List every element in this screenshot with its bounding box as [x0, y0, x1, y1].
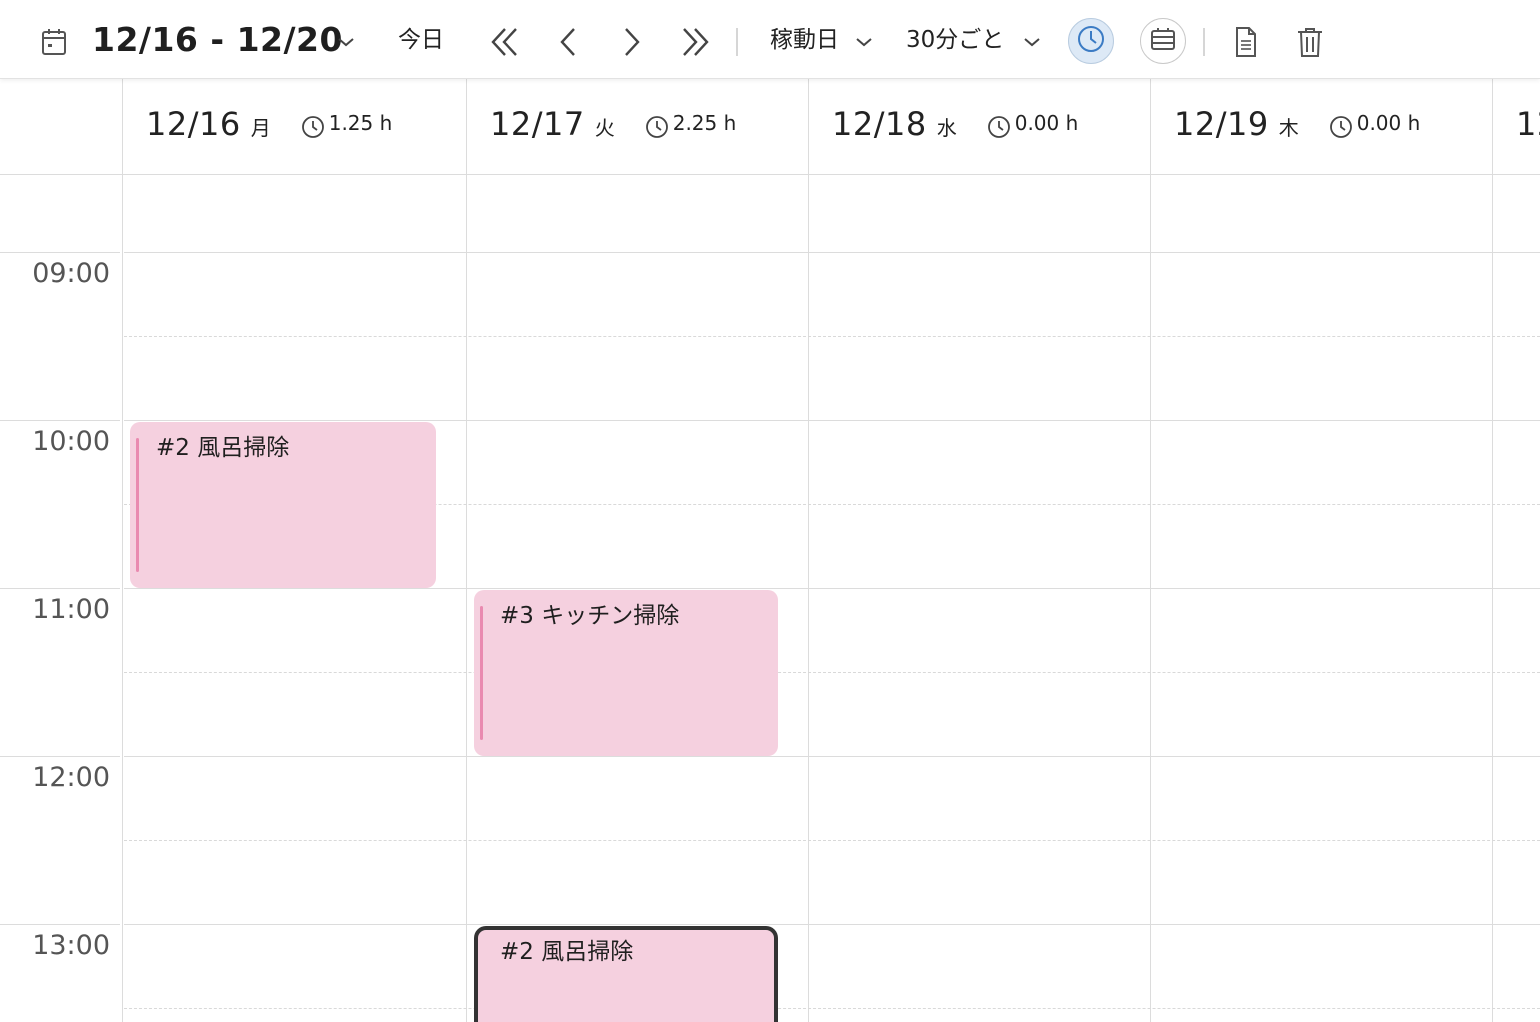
- event-block[interactable]: #3 キッチン掃除: [474, 590, 778, 756]
- time-view-toggle[interactable]: [1068, 18, 1114, 64]
- document-icon[interactable]: [1228, 22, 1264, 62]
- toolbar-divider: [736, 28, 738, 56]
- day-hours: 0.00 h: [1329, 111, 1421, 138]
- double-left-icon[interactable]: [484, 22, 524, 62]
- time-label: 13:00: [32, 930, 110, 961]
- day-hours-value: 2.25 h: [672, 111, 737, 135]
- day-header-1218[interactable]: 12/18 水 0.00 h: [832, 105, 1078, 155]
- chevron-down-icon[interactable]: [852, 30, 876, 54]
- event-title: #2 風呂掃除: [500, 939, 634, 965]
- day-hours: 0.00 h: [987, 111, 1079, 138]
- time-label: 10:00: [32, 426, 110, 457]
- day-date: 12/18: [832, 105, 927, 143]
- today-button[interactable]: 今日: [398, 20, 444, 60]
- day-header-1216[interactable]: 12/16 月 1.25 h: [146, 105, 392, 155]
- day-date: 12/16: [146, 105, 241, 143]
- toolbar-divider: [1203, 28, 1205, 56]
- event-color-bar: [136, 438, 139, 572]
- clock-icon: [1076, 24, 1106, 58]
- clock-icon: [987, 116, 1010, 138]
- clock-icon: [1329, 116, 1352, 138]
- day-date: 12/20: [1516, 105, 1540, 143]
- view-mode-select[interactable]: 稼動日: [770, 20, 839, 60]
- day-date: 12/19: [1174, 105, 1269, 143]
- day-hours: 1.25 h: [301, 111, 393, 138]
- day-weekday: 火: [594, 116, 615, 140]
- time-label: 12:00: [32, 762, 110, 793]
- calendar-icon[interactable]: [38, 26, 70, 58]
- interval-select[interactable]: 30分ごと: [906, 20, 1004, 60]
- calendar-card-icon: [1149, 25, 1177, 57]
- event-block-selected[interactable]: #2 風呂掃除: [474, 926, 778, 1022]
- event-color-bar: [480, 606, 483, 740]
- calendar-view-toggle[interactable]: [1140, 18, 1186, 64]
- day-header-1217[interactable]: 12/17 火 2.25 h: [490, 105, 736, 155]
- right-icon[interactable]: [614, 22, 650, 62]
- event-title: #3 キッチン掃除: [500, 603, 680, 629]
- time-label: 09:00: [32, 258, 110, 289]
- day-header-1220[interactable]: 12/20: [1516, 105, 1540, 155]
- clock-icon: [645, 116, 668, 138]
- day-hours: 2.25 h: [645, 111, 737, 138]
- left-icon[interactable]: [550, 22, 586, 62]
- chevron-down-icon[interactable]: [334, 30, 358, 54]
- trash-icon[interactable]: [1292, 22, 1328, 62]
- date-range-title[interactable]: 12/16 - 12/20: [92, 18, 343, 62]
- day-weekday: 木: [1278, 116, 1299, 140]
- clock-icon: [301, 116, 324, 138]
- time-label: 11:00: [32, 594, 110, 625]
- chevron-down-icon[interactable]: [1020, 30, 1044, 54]
- double-right-icon[interactable]: [676, 22, 716, 62]
- toolbar: 12/16 - 12/20 今日 稼動日 30分ごと: [0, 0, 1540, 79]
- day-hours-value: 0.00 h: [1014, 111, 1079, 135]
- day-hours-value: 0.00 h: [1356, 111, 1421, 135]
- day-header-1219[interactable]: 12/19 木 0.00 h: [1174, 105, 1420, 155]
- event-title: #2 風呂掃除: [156, 435, 290, 461]
- event-block[interactable]: #2 風呂掃除: [130, 422, 436, 588]
- day-weekday: 月: [250, 116, 271, 140]
- day-weekday: 水: [936, 116, 957, 140]
- day-date: 12/17: [490, 105, 585, 143]
- day-hours-value: 1.25 h: [328, 111, 393, 135]
